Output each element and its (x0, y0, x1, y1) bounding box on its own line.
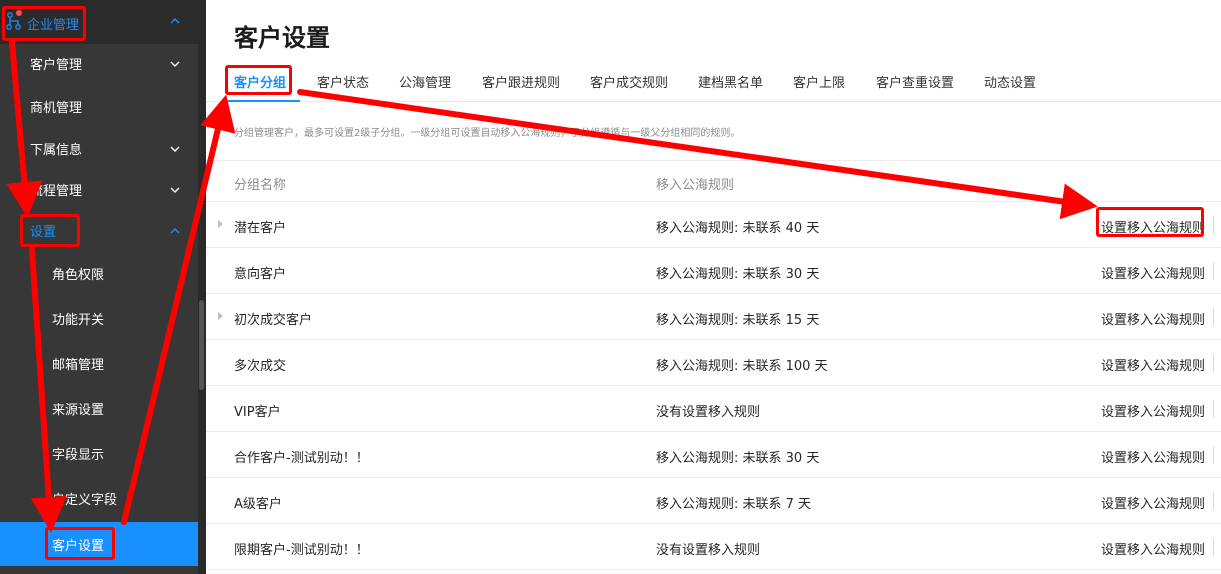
tab-duplicate-check[interactable]: 客户查重设置 (876, 72, 954, 91)
expand-caret-icon[interactable] (218, 312, 223, 320)
rule-cell: 移入公海规则: 未联系 15 天 (656, 313, 820, 328)
sidebar-item-field-display[interactable]: 字段显示 (0, 433, 198, 474)
group-name-cell: 初次成交客户 (234, 313, 313, 328)
annotation-box (1096, 207, 1204, 237)
divider (1213, 354, 1214, 372)
table-row: 限期客户-测试别动！！ 没有设置移入规则 设置移入公海规则 (206, 524, 1221, 570)
tab-customer-limit[interactable]: 客户上限 (793, 72, 845, 91)
tab-activity-settings[interactable]: 动态设置 (984, 72, 1036, 91)
annotation-box (20, 214, 80, 247)
sidebar-item-label: 商机管理 (30, 101, 83, 116)
set-rule-button[interactable]: 设置移入公海规则 (1101, 263, 1205, 282)
group-name-cell: 合作客户-测试别动！！ (234, 451, 369, 466)
divider (1213, 262, 1214, 280)
sidebar-item-process-management[interactable]: 流程管理 (0, 169, 198, 210)
divider (1213, 216, 1214, 234)
sidebar-scrollbar[interactable] (198, 0, 206, 574)
divider (1213, 538, 1214, 556)
column-header-rule: 移入公海规则 (656, 178, 735, 193)
group-name-cell: VIP客户 (234, 405, 281, 420)
rule-cell: 移入公海规则: 未联系 30 天 (656, 451, 820, 466)
group-table: 分组名称 移入公海规则 潜在客户 移入公海规则: 未联系 40 天设置移入公海规则… (206, 160, 1221, 570)
sidebar-item-label: 字段显示 (52, 448, 105, 463)
scrollbar-thumb[interactable] (199, 300, 204, 390)
chevron-up-icon (170, 18, 180, 24)
tab-follow-up-rules[interactable]: 客户跟进规则 (482, 72, 560, 91)
chevron-down-icon (170, 187, 180, 193)
rule-cell: 没有设置移入规则 (656, 405, 761, 420)
table-row: 意向客户 移入公海规则: 未联系 30 天 设置移入公海规则 (206, 248, 1221, 294)
set-rule-button[interactable]: 设置移入公海规则 (1101, 493, 1205, 512)
sidebar-item-feature-switches[interactable]: 功能开关 (0, 298, 198, 339)
sidebar-item-custom-fields[interactable]: 自定义字段 (0, 478, 198, 519)
sidebar: 企业管理 客户管理 商机管理 下属信息 流程管理 设置 角色权限 功能开关 邮箱… (0, 0, 198, 574)
rule-cell: 移入公海规则: 未联系 7 天 (656, 497, 812, 512)
sidebar-item-opportunity-management[interactable]: 商机管理 (0, 86, 198, 127)
tab-bar: 客户分组 客户状态 公海管理 客户跟进规则 客户成交规则 建档黑名单 客户上限 … (206, 60, 1221, 102)
page-title: 客户设置 (234, 24, 330, 52)
divider (1213, 492, 1214, 510)
sidebar-item-label: 邮箱管理 (52, 358, 105, 373)
sidebar-item-customer-management[interactable]: 客户管理 (0, 43, 198, 84)
sidebar-item-label: 客户管理 (30, 58, 83, 73)
set-rule-button[interactable]: 设置移入公海规则 (1101, 355, 1205, 374)
set-rule-button[interactable]: 设置移入公海规则 (1101, 401, 1205, 420)
chevron-down-icon (170, 146, 180, 152)
table-row: A级客户 移入公海规则: 未联系 7 天 设置移入公海规则 (206, 478, 1221, 524)
expand-caret-icon[interactable] (218, 220, 223, 228)
group-name-cell: 限期客户-测试别动！！ (234, 543, 369, 558)
rule-cell: 移入公海规则: 未联系 40 天 (656, 221, 820, 236)
table-row: 多次成交 移入公海规则: 未联系 100 天 设置移入公海规则 (206, 340, 1221, 386)
table-row: VIP客户 没有设置移入规则 设置移入公海规则 (206, 386, 1221, 432)
group-name-cell: 多次成交 (234, 359, 287, 374)
table-header: 分组名称 移入公海规则 (206, 160, 1221, 202)
main-content: 客户设置 客户分组 客户状态 公海管理 客户跟进规则 客户成交规则 建档黑名单 … (206, 0, 1221, 574)
rule-cell: 移入公海规则: 未联系 100 天 (656, 359, 828, 374)
sidebar-item-mailbox-management[interactable]: 邮箱管理 (0, 343, 198, 384)
divider (1213, 446, 1214, 464)
tab-customer-status[interactable]: 客户状态 (317, 72, 369, 91)
divider (1213, 308, 1214, 326)
chevron-down-icon (170, 61, 180, 67)
tab-deal-rules[interactable]: 客户成交规则 (590, 72, 668, 91)
sidebar-item-label: 自定义字段 (52, 493, 118, 508)
rule-cell: 没有设置移入规则 (656, 543, 761, 558)
tab-blacklist[interactable]: 建档黑名单 (698, 72, 763, 91)
annotation-box (45, 527, 115, 560)
set-rule-button[interactable]: 设置移入公海规则 (1101, 447, 1205, 466)
sidebar-item-subordinate-info[interactable]: 下属信息 (0, 128, 198, 169)
table-row: 潜在客户 移入公海规则: 未联系 40 天设置移入公海规则 (206, 202, 1221, 248)
sidebar-item-label: 功能开关 (52, 313, 105, 328)
annotation-box (225, 65, 292, 95)
active-tab-indicator (224, 100, 300, 102)
table-row: 合作客户-测试别动！！ 移入公海规则: 未联系 30 天 设置移入公海规则 (206, 432, 1221, 478)
divider (1213, 400, 1214, 418)
sidebar-item-label: 流程管理 (30, 184, 83, 199)
sidebar-item-source-settings[interactable]: 来源设置 (0, 388, 198, 429)
table-row: 初次成交客户 移入公海规则: 未联系 15 天 设置移入公海规则 (206, 294, 1221, 340)
rule-cell: 移入公海规则: 未联系 30 天 (656, 267, 820, 282)
chevron-up-icon (170, 227, 180, 233)
set-rule-button[interactable]: 设置移入公海规则 (1101, 539, 1205, 558)
group-name-cell: 意向客户 (234, 267, 287, 282)
group-name-cell: A级客户 (234, 497, 282, 512)
column-header-group-name: 分组名称 (234, 178, 287, 193)
sidebar-item-label: 来源设置 (52, 403, 105, 418)
annotation-box (2, 6, 86, 41)
tab-public-pool[interactable]: 公海管理 (399, 72, 451, 91)
sidebar-item-label: 角色权限 (52, 268, 105, 283)
sidebar-item-label: 下属信息 (30, 143, 83, 158)
sidebar-item-role-permissions[interactable]: 角色权限 (0, 253, 198, 294)
group-name-cell: 潜在客户 (234, 221, 287, 236)
set-rule-button[interactable]: 设置移入公海规则 (1101, 309, 1205, 328)
help-text: 分组管理客户，最多可设置2级子分组。一级分组可设置自动移入公海规则，子分组遵循与… (234, 128, 741, 139)
